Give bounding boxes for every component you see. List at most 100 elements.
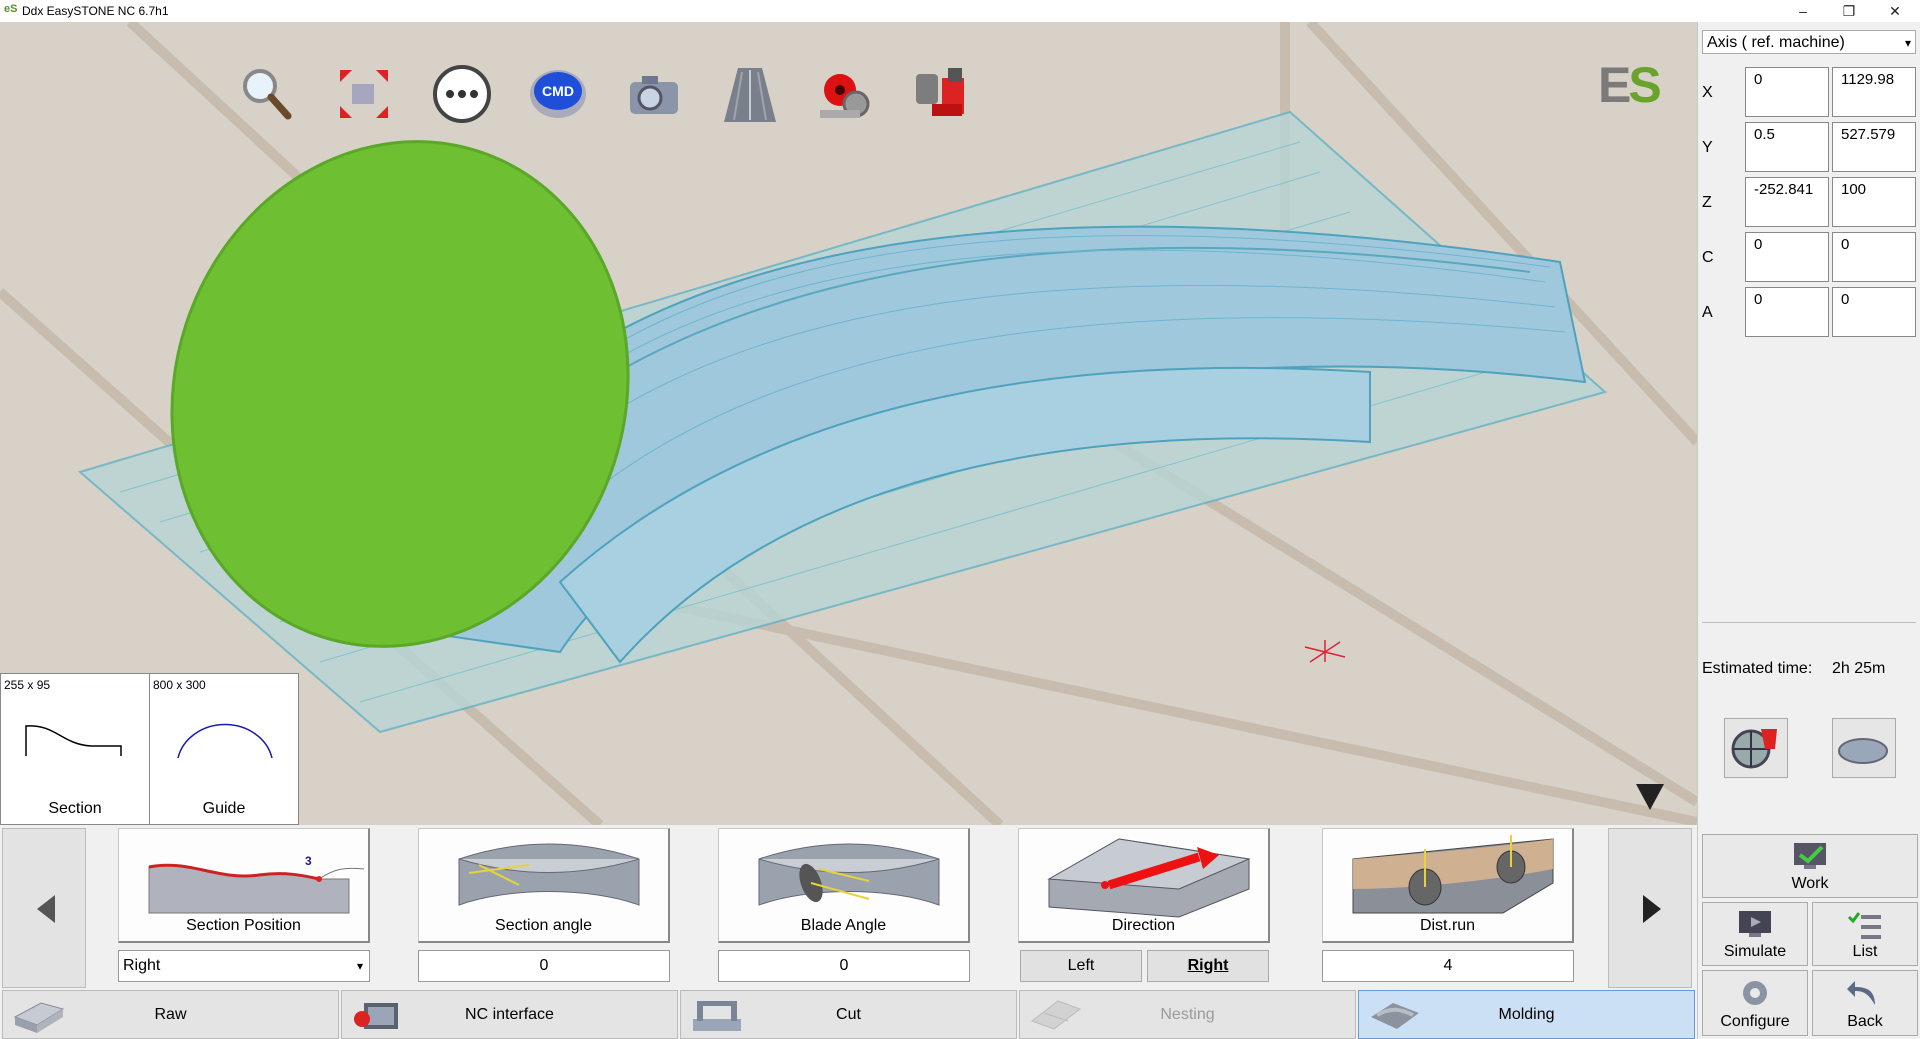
- tab-nc-interface[interactable]: NC interface: [341, 990, 678, 1039]
- axis-x-value2[interactable]: 1129.98: [1832, 67, 1916, 117]
- axis-y-label: Y: [1702, 139, 1713, 156]
- axis-z-label: Z: [1702, 194, 1712, 211]
- blade-angle-icon: [758, 843, 940, 906]
- direction-card[interactable]: Direction: [1018, 828, 1270, 943]
- direction-icon: [1047, 838, 1251, 918]
- more-options-icon[interactable]: [432, 64, 492, 124]
- axis-c-label: C: [1702, 249, 1714, 266]
- chevron-down-icon: ▾: [356, 959, 363, 973]
- estimated-time-label: Estimated time:: [1702, 660, 1813, 677]
- guide-label: Guide: [202, 800, 246, 817]
- nesting-icon: [1030, 1000, 1082, 1030]
- stop-hand-button[interactable]: [1724, 718, 1788, 778]
- zoom-icon[interactable]: [236, 64, 296, 124]
- axis-x-value1[interactable]: 0: [1745, 67, 1829, 117]
- side-panel: Axis ( ref. machine) ▾ X 0 1129.98 Y 0.5 …: [1697, 22, 1920, 1039]
- svg-text:3: 3: [305, 854, 312, 868]
- section-position-select[interactable]: Right ▾: [118, 950, 370, 982]
- chevron-down-icon: ▾: [1904, 36, 1911, 50]
- blade-angle-input[interactable]: 0: [718, 950, 970, 982]
- minimize-button[interactable]: –: [1780, 0, 1826, 22]
- axis-a-label: A: [1702, 304, 1713, 321]
- tab-nc-interface-label: NC interface: [465, 1006, 554, 1023]
- right-arrow-icon: [1643, 895, 1661, 923]
- section-profile-icon: [25, 725, 122, 756]
- direction-label: Direction: [1111, 917, 1176, 934]
- section-angle-card[interactable]: Section angle: [418, 828, 670, 943]
- guide-thumbnail[interactable]: 800 x 300 Guide: [149, 673, 299, 825]
- guide-arc-icon: [177, 723, 273, 759]
- title-bar: eS Ddx EasySTONE NC 6.7h1 – ❐ ✕: [0, 0, 1920, 22]
- section-position-label: Section Position: [186, 917, 301, 934]
- section-angle-icon: [458, 843, 640, 906]
- back-button[interactable]: Back: [1812, 970, 1918, 1036]
- blade-gear-icon[interactable]: [912, 64, 972, 124]
- molding-icon: [1371, 1003, 1419, 1029]
- app-icon: eS: [4, 3, 18, 15]
- close-button[interactable]: ✕: [1872, 0, 1918, 22]
- section-label: Section: [48, 800, 102, 817]
- next-button[interactable]: [1608, 828, 1692, 988]
- camera-icon[interactable]: [624, 64, 684, 124]
- configure-button[interactable]: Configure: [1702, 970, 1808, 1036]
- axis-z-value1[interactable]: -252.841: [1745, 177, 1829, 227]
- blade-angle-label: Blade Angle: [800, 917, 887, 934]
- axis-a-value2[interactable]: 0: [1832, 287, 1916, 337]
- axis-x-label: X: [1702, 84, 1713, 101]
- preview-button[interactable]: [1832, 718, 1896, 778]
- configure-label: Configure: [1720, 1013, 1790, 1030]
- tab-molding[interactable]: Molding: [1358, 990, 1695, 1039]
- tab-raw-label: Raw: [154, 1006, 187, 1023]
- road-icon[interactable]: [720, 64, 780, 124]
- restore-button[interactable]: ❐: [1826, 0, 1872, 22]
- cmd-label: CMD: [542, 83, 574, 99]
- dist-run-card[interactable]: Dist.run: [1322, 828, 1574, 943]
- back-arrow-icon: [1847, 981, 1875, 1005]
- section-angle-label: Section angle: [495, 917, 592, 934]
- previous-button[interactable]: [2, 828, 86, 988]
- section-dimensions: 255 x 95: [4, 678, 51, 692]
- dist-run-input[interactable]: 4: [1322, 950, 1574, 982]
- axis-c-value2[interactable]: 0: [1832, 232, 1916, 282]
- cmd-icon[interactable]: CMD: [528, 64, 588, 124]
- section-angle-input[interactable]: 0: [418, 950, 670, 982]
- blade-angle-card[interactable]: Blade Angle: [718, 828, 970, 943]
- stop-hand-icon: [1731, 729, 1777, 769]
- list-button[interactable]: List: [1812, 902, 1918, 966]
- nc-interface-icon: [354, 1003, 398, 1029]
- axis-a-value1[interactable]: 0: [1745, 287, 1829, 337]
- back-label: Back: [1847, 1013, 1883, 1030]
- cut-icon: [693, 1001, 741, 1031]
- easystone-logo: ES: [1598, 57, 1662, 113]
- gear-icon: [1743, 981, 1767, 1005]
- expand-down-icon[interactable]: [1636, 784, 1664, 810]
- tab-nesting-label: Nesting: [1160, 1006, 1215, 1023]
- tab-cut[interactable]: Cut: [680, 990, 1017, 1039]
- direction-right-button[interactable]: Right: [1147, 950, 1269, 982]
- axis-reference-select[interactable]: Axis ( ref. machine) ▾: [1702, 30, 1916, 54]
- section-position-card[interactable]: 3 Section Position: [118, 828, 370, 943]
- tab-raw[interactable]: Raw: [2, 990, 339, 1039]
- tab-nesting[interactable]: Nesting: [1019, 990, 1356, 1039]
- axis-z-value2[interactable]: 100: [1832, 177, 1916, 227]
- divider: [1702, 622, 1916, 623]
- left-arrow-icon: [37, 895, 55, 923]
- simulate-label: Simulate: [1723, 943, 1787, 960]
- guide-dimensions: 800 x 300: [153, 678, 206, 692]
- disc-machine-icon[interactable]: [816, 64, 876, 124]
- tab-cut-label: Cut: [836, 1006, 861, 1023]
- list-label: List: [1852, 943, 1878, 960]
- axis-c-value1[interactable]: 0: [1745, 232, 1829, 282]
- axis-y-value1[interactable]: 0.5: [1745, 122, 1829, 172]
- section-thumbnail[interactable]: 255 x 95 Section: [0, 673, 150, 825]
- axis-y-value2[interactable]: 527.579: [1832, 122, 1916, 172]
- checklist-icon: [1847, 912, 1881, 939]
- section-position-icon: 3: [148, 854, 365, 914]
- 3d-viewport[interactable]: CMD ES 255 x 95 Section 800 x 300 Guide: [0, 22, 1697, 825]
- simulate-button[interactable]: Simulate: [1702, 902, 1808, 966]
- direction-left-button[interactable]: Left: [1020, 950, 1142, 982]
- monitor-icon: [1739, 911, 1771, 937]
- work-button[interactable]: Work: [1702, 834, 1918, 898]
- fit-view-icon[interactable]: [334, 64, 394, 124]
- estimated-time-value: 2h 25m: [1832, 660, 1886, 677]
